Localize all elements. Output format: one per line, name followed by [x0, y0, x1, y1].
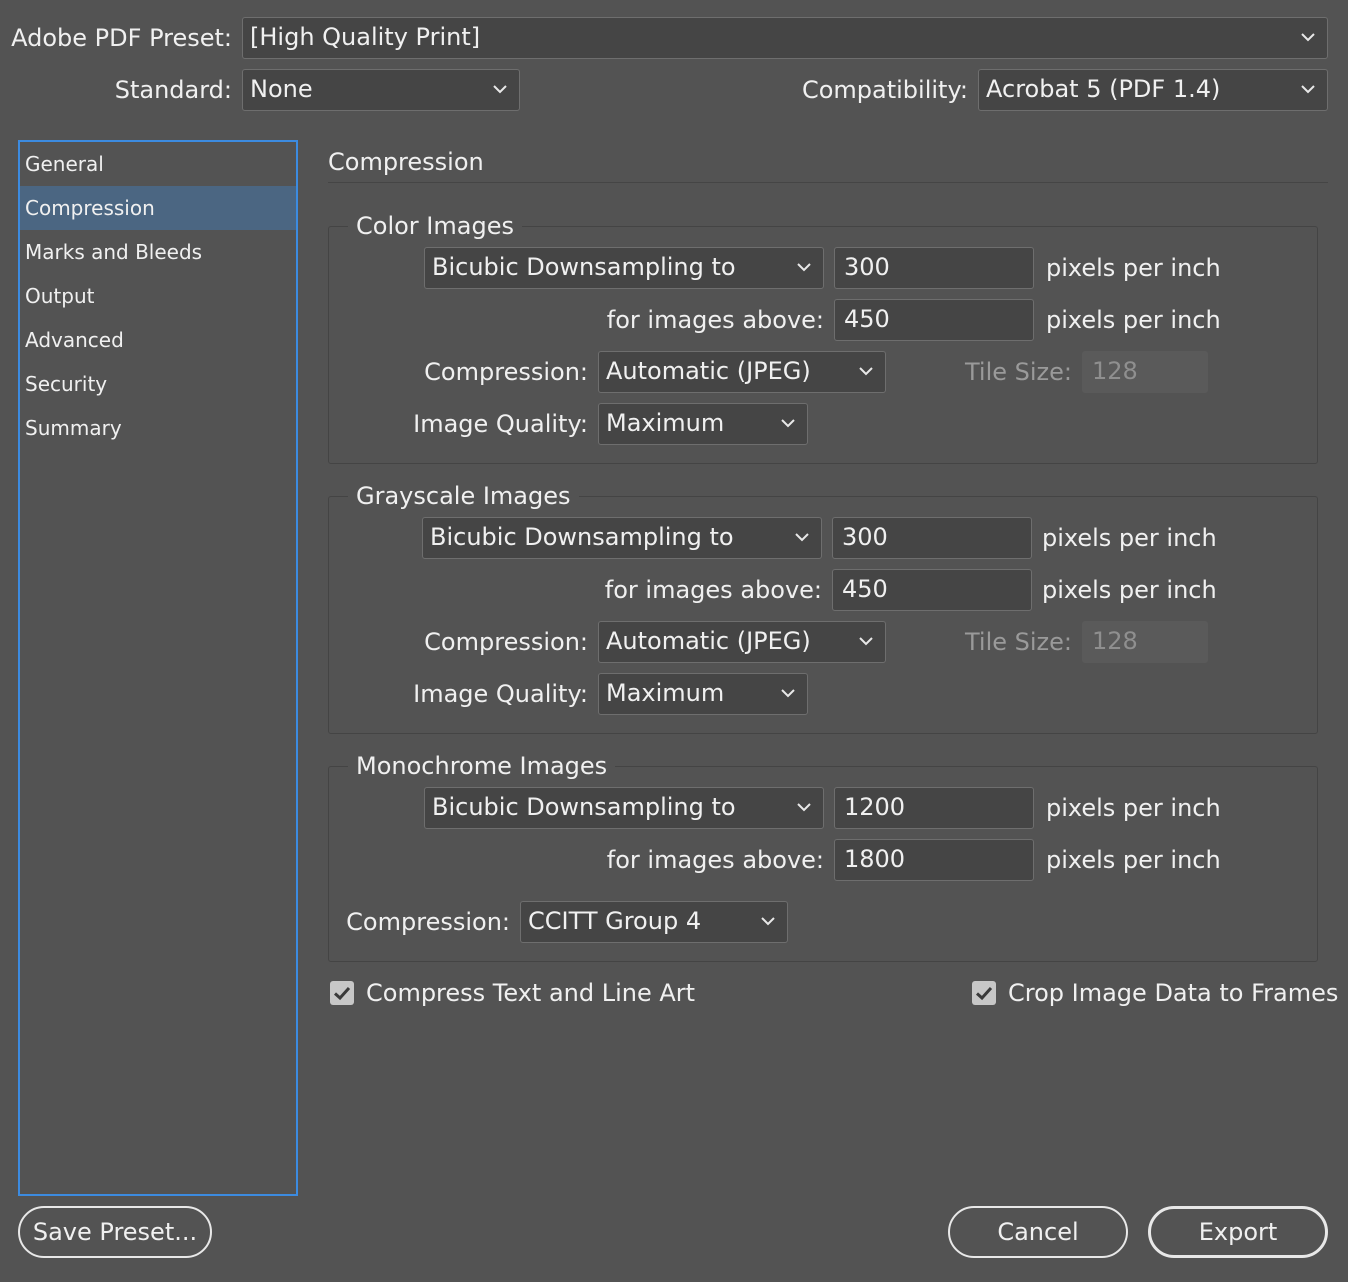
color-ppi-unit: pixels per inch: [1046, 254, 1221, 282]
section-title: Compression: [328, 148, 484, 176]
gray-tile-input: 128: [1082, 621, 1208, 663]
gray-sampling-dropdown[interactable]: Bicubic Downsampling to: [422, 517, 822, 559]
section-divider: [328, 182, 1328, 183]
color-sampling-dropdown[interactable]: Bicubic Downsampling to: [424, 247, 824, 289]
grayscale-images-title: Grayscale Images: [348, 481, 579, 511]
gray-above-unit: pixels per inch: [1042, 576, 1217, 604]
mono-ppi-input[interactable]: 1200: [834, 787, 1034, 829]
color-tile-input: 128: [1082, 351, 1208, 393]
compress-text-checkbox[interactable]: [330, 981, 354, 1005]
compatibility-dropdown[interactable]: Acrobat 5 (PDF 1.4): [978, 69, 1328, 111]
sidebar-item-advanced[interactable]: Advanced: [20, 318, 296, 362]
preset-dropdown[interactable]: [High Quality Print]: [242, 17, 1328, 59]
chevron-down-icon: [1299, 70, 1317, 108]
mono-ppi-unit: pixels per inch: [1046, 794, 1221, 822]
mono-compression-label: Compression:: [346, 908, 510, 936]
mono-compression-dropdown[interactable]: CCITT Group 4: [520, 901, 788, 943]
color-above-unit: pixels per inch: [1046, 306, 1221, 334]
chevron-down-icon: [857, 352, 875, 390]
color-quality-value: Maximum: [606, 409, 725, 437]
sidebar-nav: General Compression Marks and Bleeds Out…: [18, 140, 298, 1196]
mono-above-unit: pixels per inch: [1046, 846, 1221, 874]
mono-above-input[interactable]: 1800: [834, 839, 1034, 881]
color-ppi-input[interactable]: 300: [834, 247, 1034, 289]
chevron-down-icon: [795, 788, 813, 826]
sidebar-item-output[interactable]: Output: [20, 274, 296, 318]
compatibility-label: Compatibility:: [801, 76, 968, 104]
export-button[interactable]: Export: [1148, 1206, 1328, 1258]
sidebar-item-marks-and-bleeds[interactable]: Marks and Bleeds: [20, 230, 296, 274]
color-quality-dropdown[interactable]: Maximum: [598, 403, 808, 445]
cancel-button[interactable]: Cancel: [948, 1206, 1128, 1258]
gray-quality-dropdown[interactable]: Maximum: [598, 673, 808, 715]
checkmark-icon: [330, 981, 354, 1005]
color-above-label: for images above:: [606, 306, 824, 334]
save-preset-button[interactable]: Save Preset...: [18, 1206, 212, 1258]
chevron-down-icon: [779, 674, 797, 712]
color-compression-value: Automatic (JPEG): [606, 357, 811, 385]
mono-above-label: for images above:: [606, 846, 824, 874]
checkmark-icon: [972, 981, 996, 1005]
gray-compression-label: Compression:: [424, 628, 588, 656]
sidebar-item-general[interactable]: General: [20, 142, 296, 186]
gray-quality-value: Maximum: [606, 679, 725, 707]
mono-sampling-value: Bicubic Downsampling to: [432, 793, 736, 821]
chevron-down-icon: [795, 248, 813, 286]
color-tile-label: Tile Size:: [964, 358, 1072, 386]
gray-compression-value: Automatic (JPEG): [606, 627, 811, 655]
compress-text-label: Compress Text and Line Art: [366, 979, 696, 1007]
color-sampling-value: Bicubic Downsampling to: [432, 253, 736, 281]
color-above-input[interactable]: 450: [834, 299, 1034, 341]
sidebar-item-security[interactable]: Security: [20, 362, 296, 406]
gray-above-input[interactable]: 450: [832, 569, 1032, 611]
chevron-down-icon: [779, 404, 797, 442]
sidebar-item-compression[interactable]: Compression: [20, 186, 296, 230]
standard-value: None: [250, 75, 313, 103]
mono-sampling-dropdown[interactable]: Bicubic Downsampling to: [424, 787, 824, 829]
chevron-down-icon: [759, 902, 777, 940]
color-compression-dropdown[interactable]: Automatic (JPEG): [598, 351, 886, 393]
gray-quality-label: Image Quality:: [413, 680, 588, 708]
standard-dropdown[interactable]: None: [242, 69, 520, 111]
sidebar-item-summary[interactable]: Summary: [20, 406, 296, 450]
gray-sampling-value: Bicubic Downsampling to: [430, 523, 734, 551]
gray-tile-label: Tile Size:: [964, 628, 1072, 656]
gray-ppi-unit: pixels per inch: [1042, 524, 1217, 552]
color-quality-label: Image Quality:: [413, 410, 588, 438]
gray-above-label: for images above:: [604, 576, 822, 604]
color-compression-label: Compression:: [424, 358, 588, 386]
color-images-title: Color Images: [348, 211, 522, 241]
chevron-down-icon: [1299, 18, 1317, 56]
chevron-down-icon: [857, 622, 875, 660]
preset-label: Adobe PDF Preset:: [11, 24, 232, 52]
crop-image-data-checkbox[interactable]: [972, 981, 996, 1005]
chevron-down-icon: [491, 70, 509, 108]
gray-compression-dropdown[interactable]: Automatic (JPEG): [598, 621, 886, 663]
chevron-down-icon: [793, 518, 811, 556]
compatibility-value: Acrobat 5 (PDF 1.4): [986, 75, 1221, 103]
standard-label: Standard:: [114, 76, 232, 104]
crop-image-data-label: Crop Image Data to Frames: [1008, 979, 1339, 1007]
preset-value: [High Quality Print]: [250, 23, 481, 51]
gray-ppi-input[interactable]: 300: [832, 517, 1032, 559]
mono-compression-value: CCITT Group 4: [528, 907, 702, 935]
monochrome-images-title: Monochrome Images: [348, 751, 616, 781]
